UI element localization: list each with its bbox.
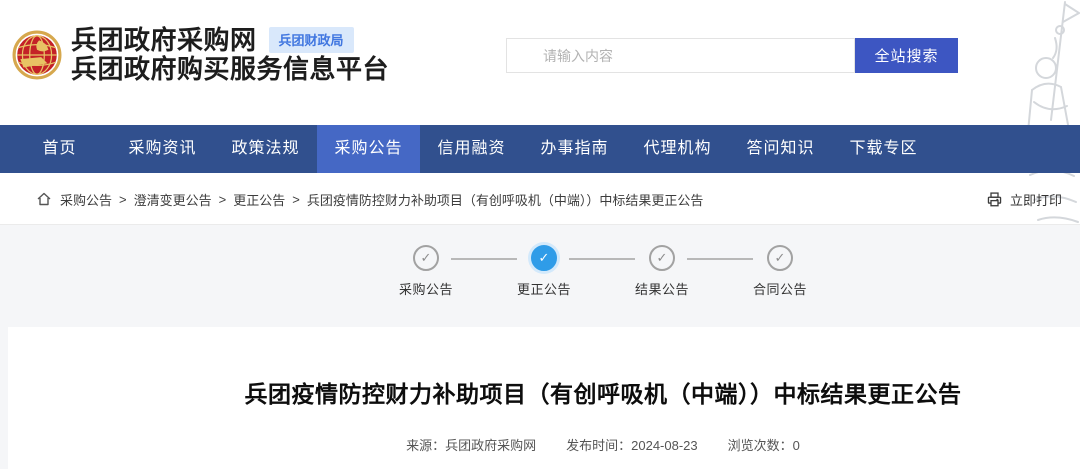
step-result-announcement: ✓ 结果公告 — [610, 245, 714, 298]
step-procurement-announcement: ✓ 采购公告 — [374, 245, 478, 298]
breadcrumb-separator: > — [219, 192, 227, 207]
article-source: 来源：兵团政府采购网 — [406, 435, 536, 454]
article-publish-date: 发布时间：2024-08-23 — [566, 435, 698, 454]
nav-item-downloads[interactable]: 下载专区 — [832, 125, 935, 173]
step-label: 结果公告 — [610, 279, 714, 298]
nav-item-credit-finance[interactable]: 信用融资 — [420, 125, 523, 173]
breadcrumb-item-current: 兵团疫情防控财力补助项目（有创呼吸机（中端））中标结果更正公告 — [307, 190, 704, 209]
article-title: 兵团疫情防控财力补助项目（有创呼吸机（中端））中标结果更正公告 — [8, 375, 1080, 409]
breadcrumb-item-clarification[interactable]: 澄清变更公告 — [134, 190, 212, 209]
step-label: 更正公告 — [492, 279, 596, 298]
check-icon: ✓ — [649, 245, 675, 271]
breadcrumb-separator: > — [119, 192, 127, 207]
step-contract-announcement: ✓ 合同公告 — [728, 245, 832, 298]
site-header: 兵团政府采购网 兵团财政局 兵团政府购买服务信息平台 全站搜索 — [0, 0, 1080, 125]
page: 兵团政府采购网 兵团财政局 兵团政府购买服务信息平台 全站搜索 首页 采购资讯 … — [0, 0, 1080, 469]
step-label: 采购公告 — [374, 279, 478, 298]
nav-item-service-guide[interactable]: 办事指南 — [523, 125, 626, 173]
home-icon[interactable] — [36, 191, 52, 207]
breadcrumb-item-correction[interactable]: 更正公告 — [233, 190, 285, 209]
site-search: 全站搜索 — [506, 38, 958, 73]
breadcrumb: 采购公告 > 澄清变更公告 > 更正公告 > 兵团疫情防控财力补助项目（有创呼吸… — [36, 173, 703, 225]
source-label: 来源： — [406, 438, 445, 453]
nav-item-procurement-news[interactable]: 采购资讯 — [111, 125, 214, 173]
site-logo-icon — [12, 30, 62, 80]
breadcrumb-bar: 采购公告 > 澄清变更公告 > 更正公告 > 兵团疫情防控财力补助项目（有创呼吸… — [0, 173, 1080, 225]
nav-item-agencies[interactable]: 代理机构 — [626, 125, 729, 173]
check-icon: ✓ — [413, 245, 439, 271]
site-logo-link[interactable]: 兵团政府采购网 兵团财政局 兵团政府购买服务信息平台 — [12, 26, 389, 84]
search-button[interactable]: 全站搜索 — [855, 38, 958, 73]
print-button-label: 立即打印 — [1010, 190, 1062, 209]
publish-label: 发布时间： — [566, 438, 631, 453]
check-icon: ✓ — [767, 245, 793, 271]
main-nav: 首页 采购资讯 政策法规 采购公告 信用融资 办事指南 代理机构 答问知识 下载… — [0, 125, 1080, 173]
search-input[interactable] — [506, 38, 855, 73]
nav-item-announcements[interactable]: 采购公告 — [317, 125, 420, 173]
authority-badge: 兵团财政局 — [269, 27, 354, 53]
nav-item-qa[interactable]: 答问知识 — [729, 125, 832, 173]
article-meta: 来源：兵团政府采购网 发布时间：2024-08-23 浏览次数：0 — [8, 435, 1080, 454]
site-subtitle: 兵团政府购买服务信息平台 — [71, 55, 389, 84]
print-button[interactable]: 立即打印 — [986, 173, 1062, 225]
publish-value: 2024-08-23 — [631, 438, 698, 453]
views-value: 0 — [793, 438, 800, 453]
step-label: 合同公告 — [728, 279, 832, 298]
views-label: 浏览次数： — [728, 438, 793, 453]
printer-icon — [986, 191, 1003, 208]
check-icon: ✓ — [531, 245, 557, 271]
nav-item-policies[interactable]: 政策法规 — [214, 125, 317, 173]
site-title: 兵团政府采购网 — [71, 26, 257, 55]
article-view-count: 浏览次数：0 — [728, 435, 800, 454]
nav-item-home[interactable]: 首页 — [8, 125, 111, 173]
step-correction-announcement: ✓ 更正公告 — [492, 245, 596, 298]
article-card: 兵团疫情防控财力补助项目（有创呼吸机（中端））中标结果更正公告 来源：兵团政府采… — [8, 327, 1080, 469]
source-value: 兵团政府采购网 — [445, 438, 536, 453]
breadcrumb-separator: > — [292, 192, 300, 207]
breadcrumb-item-announcements[interactable]: 采购公告 — [60, 190, 112, 209]
